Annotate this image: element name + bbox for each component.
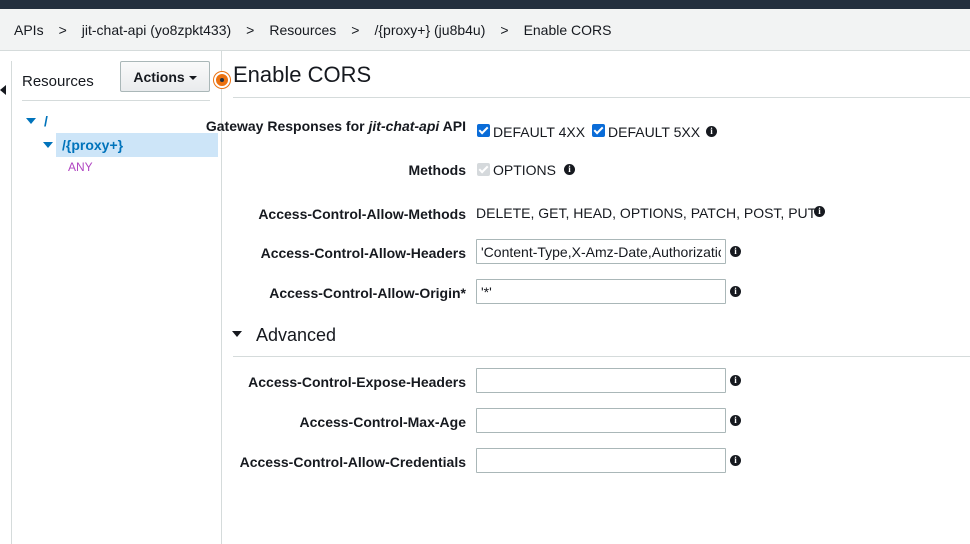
breadcrumb-separator: > <box>246 21 255 38</box>
info-icon[interactable]: i <box>814 206 825 217</box>
options-checkbox <box>477 163 490 176</box>
methods-label: Methods <box>408 162 466 178</box>
nav-collapse-strip[interactable] <box>0 61 12 544</box>
top-nav-bar <box>0 0 970 9</box>
info-icon[interactable]: i <box>730 246 741 257</box>
advanced-section-toggle[interactable]: Advanced <box>256 325 336 346</box>
allow-headers-input[interactable] <box>476 239 726 264</box>
info-icon[interactable]: i <box>730 286 741 297</box>
breadcrumb-separator: > <box>351 21 360 38</box>
info-icon[interactable]: i <box>564 164 575 175</box>
caret-down-icon <box>188 75 197 80</box>
resources-sidebar: Resources Actions / /{proxy+} ANY <box>12 51 222 544</box>
api-name: jit-chat-api <box>368 118 440 134</box>
expose-headers-input[interactable] <box>476 368 726 393</box>
sidebar-title: Resources <box>22 73 94 90</box>
options-label: OPTIONS <box>493 162 557 178</box>
allow-origin-input[interactable] <box>476 279 726 304</box>
divider <box>233 356 970 357</box>
default-4xx-checkbox[interactable] <box>477 124 490 137</box>
gateway-responses-label: Gateway Responses for jit-chat-api API <box>205 118 466 134</box>
allow-methods-label: Access-Control-Allow-Methods <box>258 206 466 222</box>
tree-item-root[interactable]: / <box>26 113 48 129</box>
default-4xx-label: DEFAULT 4XX <box>493 124 586 140</box>
max-age-input[interactable] <box>476 408 726 433</box>
allow-methods-value: DELETE, GET, HEAD, OPTIONS, PATCH, POST,… <box>476 205 817 221</box>
breadcrumb-resources[interactable]: Resources <box>269 22 336 38</box>
tree-item-root-label: / <box>44 113 48 129</box>
drag-handle-icon[interactable] <box>214 72 230 88</box>
info-icon[interactable]: i <box>730 415 741 426</box>
expand-triangle-icon[interactable] <box>43 142 53 148</box>
actions-button-label: Actions <box>133 68 185 85</box>
allow-credentials-input[interactable] <box>476 448 726 473</box>
breadcrumb-resource[interactable]: /{proxy+} (ju8b4u) <box>374 22 485 38</box>
info-icon[interactable]: i <box>730 375 741 386</box>
default-5xx-label: DEFAULT 5XX <box>608 124 701 140</box>
expand-triangle-icon[interactable] <box>26 118 36 124</box>
default-5xx-checkbox[interactable] <box>592 124 605 137</box>
allow-origin-label: Access-Control-Allow-Origin* <box>269 285 466 301</box>
breadcrumb: APIs > jit-chat-api (yo8zpkt433) > Resou… <box>0 9 970 51</box>
page-title: Enable CORS <box>233 62 372 87</box>
collapse-triangle-icon[interactable] <box>232 331 242 337</box>
breadcrumb-apis[interactable]: APIs <box>14 22 44 38</box>
allow-credentials-label: Access-Control-Allow-Credentials <box>239 454 466 470</box>
breadcrumb-api[interactable]: jit-chat-api (yo8zpkt433) <box>82 22 231 38</box>
info-icon[interactable]: i <box>706 126 717 137</box>
info-icon[interactable]: i <box>730 455 741 466</box>
divider <box>22 100 210 101</box>
collapse-arrow-icon[interactable] <box>0 85 6 95</box>
tree-item-proxy-label: /{proxy+} <box>62 137 124 153</box>
expose-headers-label: Access-Control-Expose-Headers <box>248 374 466 390</box>
breadcrumb-current: Enable CORS <box>523 21 612 38</box>
tree-item-proxy[interactable]: /{proxy+} <box>43 133 218 157</box>
breadcrumb-separator: > <box>58 21 67 38</box>
tree-item-method-any[interactable]: ANY <box>68 160 93 174</box>
actions-button[interactable]: Actions <box>120 61 210 92</box>
divider <box>233 97 970 98</box>
allow-headers-label: Access-Control-Allow-Headers <box>260 245 466 261</box>
breadcrumb-separator: > <box>500 21 509 38</box>
max-age-label: Access-Control-Max-Age <box>299 414 466 430</box>
